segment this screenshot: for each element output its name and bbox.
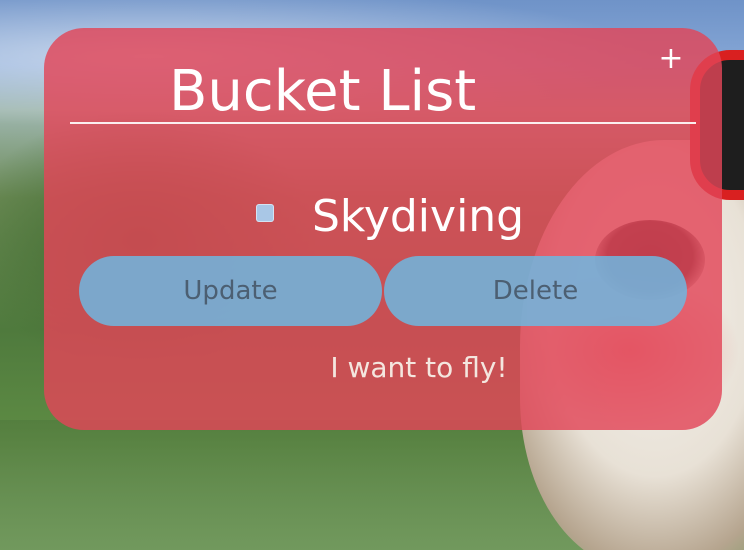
title-divider [70, 122, 696, 124]
delete-button[interactable]: Delete [384, 256, 687, 326]
update-button[interactable]: Update [79, 256, 382, 326]
item-note: I want to fly! [330, 351, 508, 384]
item-label: Skydiving [312, 191, 525, 242]
add-item-button[interactable]: + [656, 44, 686, 74]
item-checkbox[interactable] [256, 204, 274, 222]
bucket-list-card: Bucket List + Skydiving Update Delete I … [44, 28, 722, 430]
card-title: Bucket List [169, 59, 477, 124]
